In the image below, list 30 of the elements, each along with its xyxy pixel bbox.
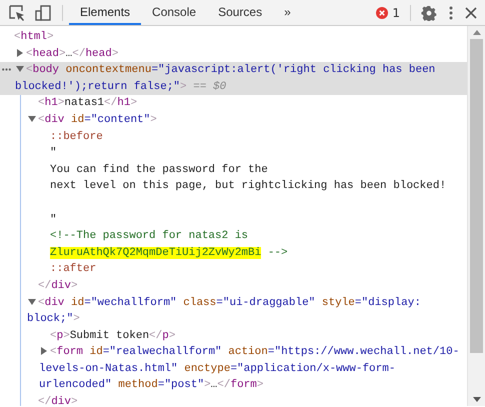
code-line[interactable]: You can find the password for the <box>21 162 467 178</box>
code-line[interactable]: " <box>21 212 467 228</box>
code-line[interactable]: ZluruAthQk7Q2MqmDeTiUij2ZvWy2mBi --> <box>21 244 467 262</box>
code-line[interactable]: ::before <box>21 128 467 146</box>
code-line[interactable]: <!--The password for natas2 is <box>21 228 467 245</box>
code-line[interactable]: levels-on-Natas.html" enctype="application/x-www-form- <box>21 360 467 378</box>
code-line[interactable]: block;"> <box>21 311 467 328</box>
code-line[interactable]: urlencoded" method="post">…</form> <box>21 377 467 394</box>
code-line[interactable]: <p>Submit token</p> <box>21 328 467 344</box>
code-line[interactable]: <form id="realwechallform" action="https://www.wechall.net/10- <box>21 344 467 361</box>
error-icon <box>376 6 388 18</box>
code-line[interactable]: ::after <box>21 261 467 278</box>
tab[interactable]: Console <box>141 0 208 25</box>
code-line[interactable]: blocked!');return false;"> == $0 <box>0 78 467 96</box>
error-counter[interactable]: 1 <box>372 0 404 25</box>
code-line[interactable]: <head>…</head> <box>0 46 467 62</box>
code-line[interactable]: " <box>21 145 467 162</box>
code-line[interactable]: <div id="content"> <box>21 112 467 129</box>
scrollbar-thumb[interactable] <box>470 39 483 353</box>
code-line[interactable]: </div> <box>21 278 467 294</box>
scrollbar[interactable] <box>467 26 485 406</box>
more-tabs-button[interactable]: » <box>273 0 302 25</box>
code-line[interactable]: next level on this page, but rightclicking has been blocked! <box>21 178 467 195</box>
code-line[interactable]: <html> <box>0 29 467 46</box>
tab[interactable]: Sources <box>207 0 274 25</box>
code-line[interactable]: </div> <box>21 394 467 406</box>
code-line[interactable]: <div id="wechallform" class="ui-draggable" style="display: <box>21 294 467 312</box>
code-line[interactable]: <h1>natas1</h1> <box>21 95 467 112</box>
code-line[interactable]: <body oncontextmenu="javascript:alert('right clicking has been <box>0 62 467 79</box>
tab[interactable]: Elements <box>69 0 142 25</box>
